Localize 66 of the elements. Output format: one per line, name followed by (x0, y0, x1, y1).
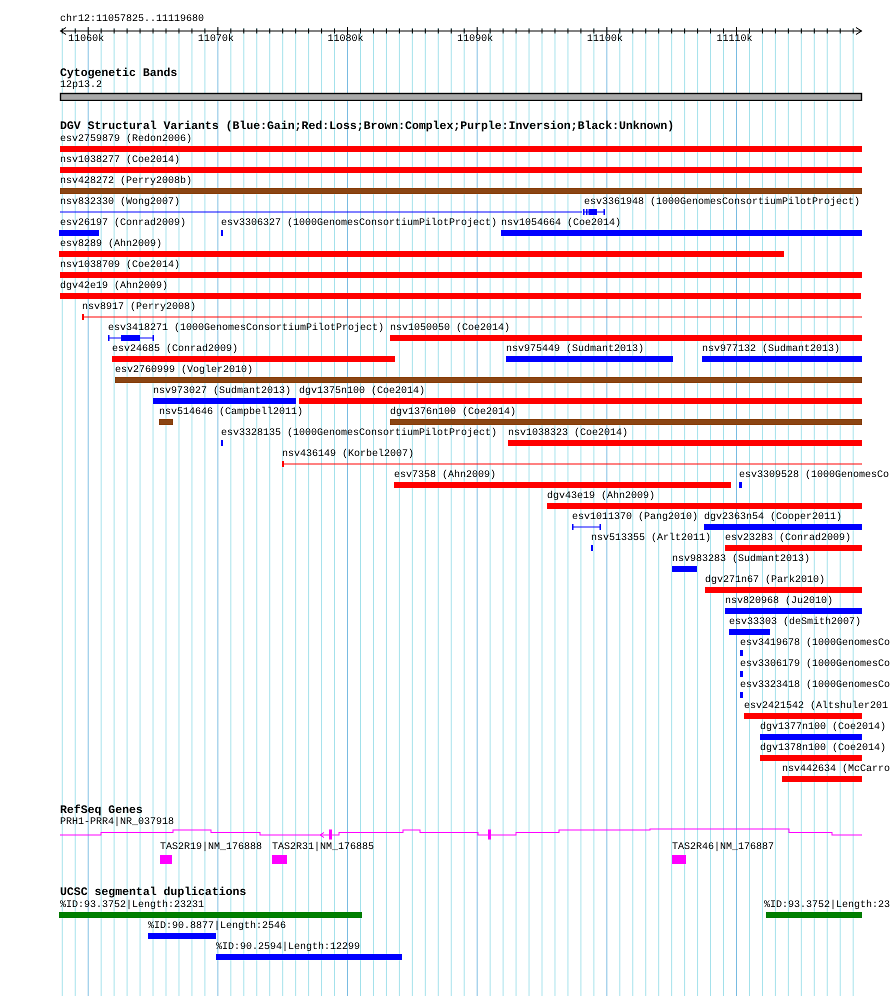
variant-label: esv3323418 (1000GenomesCo (740, 679, 890, 692)
variant-label: esv8289 (Ahn2009) (60, 238, 162, 251)
track-title: UCSC segmental duplications (60, 886, 246, 898)
variant-label: nsv436149 (Korbel2007) (282, 448, 414, 461)
tick-label: 11060k (68, 35, 104, 45)
gene-block (672, 854, 686, 864)
variant-label: nsv973027 (Sudmant2013) (153, 385, 292, 398)
variant-label: esv1011370 (Pang2010) (572, 511, 698, 524)
gene-block (272, 854, 287, 864)
variant-label: nsv975449 (Sudmant2013) (506, 343, 644, 356)
track-title: DGV Structural Variants (Blue:Gain;Red:Loss;Brown:Complex;Purple:Inversion;Black:Unknown) (60, 120, 674, 133)
track-title: RefSeq Genes (60, 804, 143, 816)
tick-label: 11070k (198, 35, 234, 45)
variant-label: dgv2363n54 (Cooper2011) (704, 511, 842, 524)
variant-label: esv26197 (Conrad2009) (60, 217, 186, 230)
variant-label: esv3361948 (1000GenomesConsortiumPilotProject) (584, 196, 860, 209)
duplication-label: %ID:93.3752|Length:23 (764, 898, 890, 912)
duplication-label: %ID:90.8877|Length:2546 (148, 920, 286, 932)
tick-label: 11100k (586, 35, 623, 45)
gene-label: TAS2R31|NM_176885 (272, 842, 374, 854)
variant-label: dgv42e19 (Ahn2009) (60, 280, 168, 293)
gene-label: PRH1-PRR4|NR_037918 (60, 817, 174, 829)
variant-label: dgv1376n100 (Coe2014) (390, 406, 516, 419)
tick-label: 11110k (716, 35, 752, 45)
variant-label: nsv1038277 (Coe2014) (60, 154, 180, 167)
region-label: chr12:11057825..11119680 (60, 14, 204, 26)
variant-label: esv2421542 (Altshuler201 (744, 700, 888, 713)
duplication-label: %ID:93.3752|Length:23231 (60, 898, 204, 912)
variant-label: nsv977132 (Sudmant2013) (702, 343, 840, 356)
duplication-label: %ID:90.2594|Length:12299 (216, 940, 360, 954)
variant-label: esv3309528 (1000GenomesCo (739, 469, 890, 482)
variant-label: esv33303 (deSmith2007) (729, 616, 862, 629)
variant-label: dgv43e19 (Ahn2009) (547, 490, 656, 503)
variant-label: nsv832330 (Wong2007) (60, 196, 180, 209)
variant-label: esv7358 (Ahn2009) (394, 469, 496, 482)
tick-label: 11080k (328, 35, 364, 45)
tick-label: 11090k (457, 35, 494, 45)
variant-label: nsv442634 (McCarro (782, 763, 890, 776)
variant-label: esv24685 (Conrad2009) (112, 343, 238, 356)
variant-label: esv3306179 (1000GenomesCo (740, 658, 890, 671)
variant-label: nsv1038323 (Coe2014) (508, 427, 628, 440)
variant-label: nsv1054664 (Coe2014) (501, 217, 622, 230)
variant-label: esv2760999 (Vogler2010) (115, 364, 254, 377)
variant-label: nsv428272 (Perry2008b) (60, 175, 192, 188)
variant-label: nsv1038709 (Coe2014) (60, 259, 180, 272)
variant-label: esv23283 (Conrad2009) (725, 532, 852, 545)
variant-label: nsv1050050 (Coe2014) (390, 322, 510, 335)
variant-label: nsv513355 (Arlt2011) (591, 532, 712, 545)
variant-label: dgv271n67 (Park2010) (705, 574, 826, 587)
variant-label: dgv1375n100 (Coe2014) (299, 385, 426, 398)
variant-label: esv3306327 (1000GenomesConsortiumPilotProject) (221, 217, 498, 230)
gene-label: TAS2R19|NM_176888 (160, 842, 262, 854)
variant-label: dgv1377n100 (Coe2014) (760, 721, 886, 734)
gene-block (160, 854, 172, 864)
variant-label: esv3419678 (1000GenomesCo (740, 637, 890, 650)
variant-label: esv3418271 (1000GenomesConsortiumPilotProject) (108, 322, 384, 335)
variant-label: nsv8917 (Perry2008) (82, 301, 196, 314)
gene-label: TAS2R46|NM_176887 (672, 842, 774, 854)
variant-label: nsv820968 (Ju2010) (725, 595, 834, 608)
variant-label: esv3328135 (1000GenomesConsortiumPilotProject) (221, 427, 498, 440)
track-title: Cytogenetic Bands (60, 66, 178, 80)
variant-label: dgv1378n100 (Coe2014) (760, 742, 886, 755)
band-label: 12p13.2 (60, 80, 102, 92)
variant-label: nsv983283 (Sudmant2013) (672, 553, 810, 566)
variant-label: nsv514646 (Campbell2011) (159, 406, 304, 419)
variant-label: esv2759879 (Redon2006) (60, 133, 192, 146)
